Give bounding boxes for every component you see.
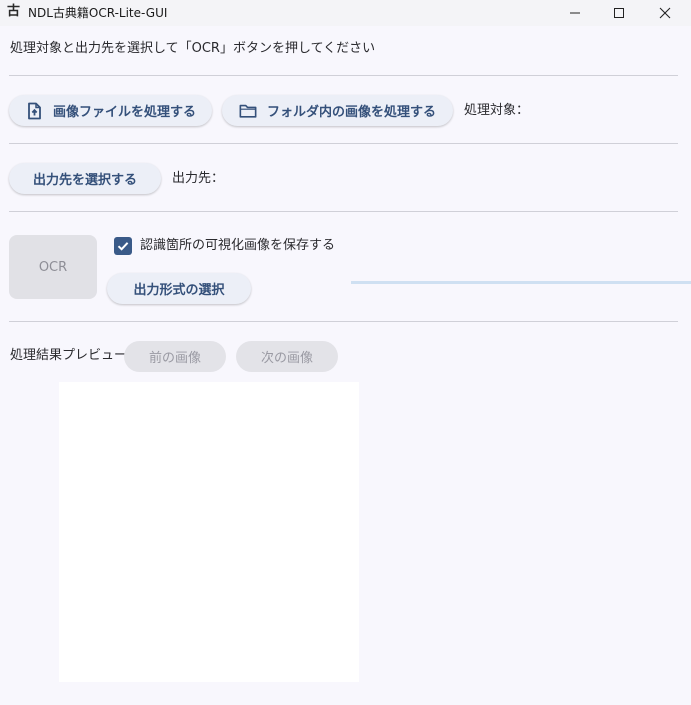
preview-label: 処理結果プレビュー [10, 348, 128, 363]
ocr-button[interactable]: OCR [9, 235, 97, 299]
divider [9, 211, 678, 212]
output-format-label: 出力形式の選択 [133, 283, 225, 298]
preview-image-area [59, 382, 359, 682]
select-output-label: 出力先を選択する [32, 173, 137, 188]
next-image-button[interactable]: 次の画像 [236, 341, 338, 372]
app-window: 古 NDL古典籍OCR-Lite-GUI 処理対象と出力先を選択して「OCR」ボ… [0, 0, 691, 705]
folder-icon [239, 102, 257, 120]
process-folder-button[interactable]: フォルダ内の画像を処理する [222, 95, 453, 126]
process-folder-label: フォルダ内の画像を処理する [266, 105, 436, 120]
select-output-button[interactable]: 出力先を選択する [9, 163, 161, 194]
prev-image-button[interactable]: 前の画像 [124, 341, 226, 372]
maximize-button[interactable] [596, 0, 642, 26]
process-image-file-button[interactable]: 画像ファイルを処理する [9, 95, 212, 126]
maximize-icon [614, 8, 624, 18]
minimize-icon [570, 12, 580, 14]
instruction-text: 処理対象と出力先を選択して「OCR」ボタンを押してください [10, 41, 376, 56]
save-visualization-label[interactable]: 認識箇所の可視化画像を保存する [140, 237, 335, 255]
process-image-file-label: 画像ファイルを処理する [52, 105, 196, 120]
window-title: NDL古典籍OCR-Lite-GUI [28, 6, 168, 20]
title-bar: 古 NDL古典籍OCR-Lite-GUI [0, 0, 691, 26]
output-label: 出力先： [172, 171, 225, 186]
divider [9, 75, 678, 76]
close-button[interactable] [642, 0, 688, 26]
minimize-button[interactable] [552, 0, 598, 26]
divider [9, 143, 678, 144]
divider [9, 321, 678, 322]
prev-image-label: 前の画像 [148, 351, 201, 366]
app-logo-icon: 古 [7, 4, 21, 19]
checkmark-icon [117, 242, 129, 251]
progress-bar [351, 281, 691, 284]
file-upload-icon [25, 102, 43, 120]
target-label: 処理対象： [464, 103, 530, 118]
close-icon [659, 7, 671, 19]
next-image-label: 次の画像 [260, 351, 313, 366]
output-format-button[interactable]: 出力形式の選択 [107, 273, 251, 304]
save-visualization-checkbox[interactable] [114, 237, 132, 255]
